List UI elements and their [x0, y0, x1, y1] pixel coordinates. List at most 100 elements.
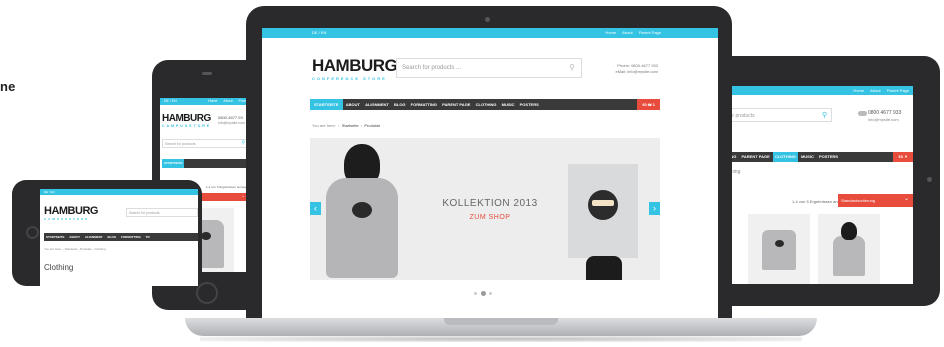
sort-select[interactable]: Standardsortierung ⌄: [838, 194, 913, 207]
search-icon[interactable]: ⚲: [569, 63, 575, 72]
main-nav: STARTSEITE ABOUT ALIGNMENT BLOG FORMATTI…: [44, 233, 198, 241]
hoodie-image: [833, 236, 865, 276]
contact-icon: [858, 111, 867, 116]
tablet-right-camera: [927, 177, 932, 182]
contact-email: info@mysite.com: [218, 121, 245, 125]
result-count: 1-4 von 5 Ergebnissen anzeigen: [206, 185, 250, 189]
site-logo-tagline: CAMPUSSTORE: [162, 124, 212, 128]
breadcrumb: You are here: › Startseite › Produkte: [312, 123, 380, 128]
slider-dot[interactable]: [474, 292, 477, 295]
product-card[interactable]: [748, 214, 810, 284]
language-switcher[interactable]: DE / EN: [44, 190, 55, 194]
nav-item-music[interactable]: MUSIC: [500, 99, 517, 110]
main-nav: STARTSEITE: [162, 159, 248, 168]
nav-item-alignment[interactable]: ALIGNMENT: [83, 233, 105, 241]
breadcrumb-produkte[interactable]: Produkte: [364, 123, 380, 128]
phone-screen: DE / EN HAMBURG CAMPUSSTORE Search for p…: [40, 189, 198, 286]
laptop: DE / EN Home About Parent Page HAMBURG C…: [246, 6, 732, 319]
hoodie-body: [326, 178, 398, 278]
laptop-notch: [444, 318, 558, 325]
tablet-right-screen: Home About Parent Page Search for produc…: [708, 86, 913, 284]
top-link-home[interactable]: Home: [853, 88, 864, 93]
slider-dots: [474, 291, 498, 296]
nav-item-parent-page[interactable]: PARENT PAGE: [740, 152, 772, 162]
nav-item-posters[interactable]: POSTERS: [817, 152, 840, 162]
main-nav: FORMATTING PARENT PAGE CLOTHING MUSIC PO…: [708, 152, 913, 162]
nav-item-about[interactable]: ABOUT: [67, 233, 82, 241]
poster-person: [586, 256, 622, 280]
product-card[interactable]: [818, 214, 880, 284]
ninja-print: [201, 232, 211, 240]
slider-dot[interactable]: [489, 292, 492, 295]
contact-email: info@mysite.com: [868, 117, 899, 122]
main-nav: STARTSEITE ABOUT ALIGNMENT BLOG FORMATTI…: [310, 99, 660, 110]
laptop-camera: [485, 17, 490, 22]
search-input[interactable]: Search for products ⚲: [162, 139, 248, 148]
top-link-about[interactable]: About: [223, 99, 232, 103]
nav-item-startseite[interactable]: STARTSEITE: [162, 159, 185, 168]
edge-text: ne: [0, 79, 16, 94]
ninja-eyes: [592, 200, 614, 206]
nav-item-blog[interactable]: BLOG: [106, 233, 119, 241]
phone-landscape: DE / EN HAMBURG CAMPUSSTORE Search for p…: [12, 180, 202, 286]
slider-dot-active[interactable]: [481, 291, 486, 296]
contact-phone: Phone: 0800-4677 933: [617, 63, 658, 68]
nav-item-alignment[interactable]: ALIGNMENT: [363, 99, 391, 110]
top-link-about[interactable]: About: [622, 30, 632, 35]
ninja-print: [775, 240, 784, 247]
nav-item-formatting[interactable]: FORMATTING: [119, 233, 143, 241]
top-link-parent-page[interactable]: Parent Page: [639, 30, 661, 35]
laptop-shadow: [200, 336, 802, 342]
slider-prev-button[interactable]: ‹: [310, 202, 321, 215]
nav-item-about[interactable]: ABOUT: [344, 99, 362, 110]
home-button[interactable]: [196, 282, 218, 304]
nav-item-blog[interactable]: BLOG: [392, 99, 408, 110]
slider-title: KOLLEKTION 2013: [442, 198, 538, 209]
tablet-left-speaker: [202, 72, 212, 75]
breadcrumb-startseite[interactable]: Startseite: [342, 123, 359, 128]
breadcrumb-label: You are here:: [312, 123, 336, 128]
nav-item-formatting[interactable]: FORMATTING: [409, 99, 439, 110]
nav-item-clothing[interactable]: CLOTHING: [474, 99, 499, 110]
top-bar: DE / EN Home About Parent Page: [262, 28, 718, 38]
slider-next-button[interactable]: ›: [649, 202, 660, 215]
search-icon[interactable]: ⚲: [822, 111, 827, 119]
top-link-parent-page[interactable]: Parent Page: [887, 88, 909, 93]
top-link-home[interactable]: Home: [208, 99, 217, 103]
top-link-about[interactable]: About: [870, 88, 880, 93]
slider-subtitle[interactable]: ZUM SHOP: [430, 214, 550, 221]
contact-phone: 0800-4677 93: [218, 115, 243, 120]
nav-item-startseite[interactable]: STARTSEITE: [310, 99, 343, 110]
nav-item-truncated[interactable]: TR: [144, 233, 152, 241]
site-logo[interactable]: HAMBURG: [44, 205, 98, 217]
phone-home-button[interactable]: [26, 226, 39, 239]
search-icon[interactable]: ⚲: [241, 140, 245, 146]
nav-item-startseite[interactable]: STARTSEITE: [44, 233, 66, 241]
site-logo-tagline: CAMPUSSTORE: [44, 217, 90, 221]
page-title: Clothing: [44, 263, 74, 272]
cart-button[interactable]: €0 ▼: [893, 152, 913, 162]
search-input[interactable]: Search for products: [126, 208, 198, 217]
hoodie-print: [352, 202, 372, 218]
nav-item-parent-page[interactable]: PARENT PAGE: [440, 99, 472, 110]
nav-item-clothing[interactable]: CLOTHING: [772, 152, 798, 162]
tshirt-image: [762, 230, 796, 270]
hero-slider: KOLLEKTION 2013 ZUM SHOP ‹ ›: [310, 138, 660, 280]
top-link-home[interactable]: Home: [605, 30, 616, 35]
chevron-down-icon: ⌄: [903, 196, 909, 202]
site-logo-tagline: CONFERENCE STORE: [312, 76, 387, 81]
nav-item-posters[interactable]: POSTERS: [518, 99, 541, 110]
contact-email: eMail: info@mysite.com: [615, 69, 658, 74]
search-input[interactable]: Search for products ... ⚲: [396, 58, 582, 78]
contact-phone: 0800 4677 933: [868, 110, 902, 116]
top-bar: DE / EN: [40, 189, 198, 195]
laptop-screen: DE / EN Home About Parent Page HAMBURG C…: [262, 28, 718, 318]
site-logo[interactable]: HAMBURG: [162, 113, 211, 124]
chevron-down-icon: ⌄: [241, 193, 245, 198]
language-switcher[interactable]: DE / EN: [312, 30, 326, 35]
language-switcher[interactable]: DE / EN: [164, 99, 177, 103]
cart-button[interactable]: €0 ₩ 1: [637, 99, 660, 110]
site-logo[interactable]: HAMBURG: [312, 56, 398, 76]
top-bar: Home About Parent Page: [708, 86, 913, 95]
nav-item-music[interactable]: MUSIC: [799, 152, 816, 162]
